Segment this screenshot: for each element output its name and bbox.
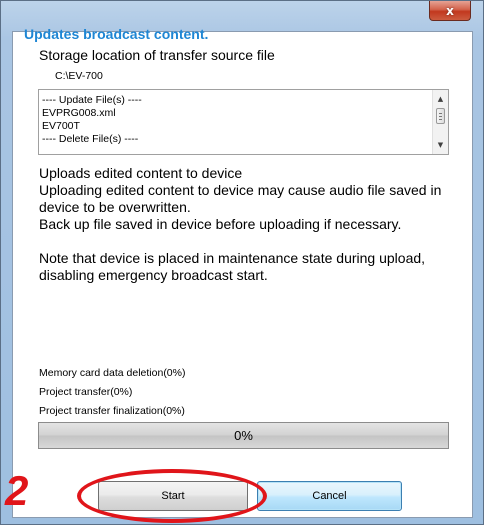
step-number-annotation: 2 (5, 467, 29, 514)
close-button[interactable]: x (429, 1, 471, 21)
progress-status-item: Project transfer(0%) (39, 386, 133, 398)
description-line: Uploading edited content to device may c… (39, 182, 442, 215)
dialog-headline: Updates broadcast content. (24, 26, 209, 42)
dialog-window: x Updates broadcast content. Storage loc… (0, 0, 484, 525)
progress-percent: 0% (234, 428, 253, 443)
maintenance-note: Note that device is placed in maintenanc… (39, 250, 426, 283)
arrow-down-icon[interactable]: ▼ (433, 138, 448, 152)
storage-location-label: Storage location of transfer source file (39, 47, 275, 63)
file-list-item: ---- Delete File(s) ---- (42, 133, 139, 145)
description-line: Uploads edited content to device (39, 165, 243, 181)
cancel-button[interactable]: Cancel (257, 481, 402, 511)
grip-line (439, 113, 442, 114)
storage-path: C:\EV-700 (55, 70, 103, 82)
highlight-ellipse-annotation (77, 469, 267, 523)
close-icon: x (446, 3, 454, 18)
progress-status-list: Memory card data deletion(0%) Project tr… (39, 364, 185, 421)
file-list[interactable]: ---- Update File(s) ---- EVPRG008.xml EV… (38, 89, 449, 155)
progress-status-item: Memory card data deletion(0%) (39, 367, 186, 379)
grip-line (439, 119, 442, 120)
file-list-items: ---- Update File(s) ---- EVPRG008.xml EV… (42, 94, 142, 146)
description-line: Back up file saved in device before uplo… (39, 216, 402, 232)
arrow-up-icon[interactable]: ▲ (433, 92, 448, 106)
scroll-thumb[interactable] (436, 108, 445, 124)
grip-line (439, 116, 442, 117)
file-list-scrollbar[interactable]: ▲ ▼ (432, 90, 448, 154)
file-list-item: ---- Update File(s) ---- (42, 94, 142, 106)
progress-bar: 0% (38, 422, 449, 449)
progress-status-item: Project transfer finalization(0%) (39, 405, 185, 417)
file-list-item: EVPRG008.xml (42, 107, 116, 119)
file-list-item: EV700T (42, 120, 80, 132)
description-text: Uploads edited content to device Uploadi… (39, 165, 459, 284)
